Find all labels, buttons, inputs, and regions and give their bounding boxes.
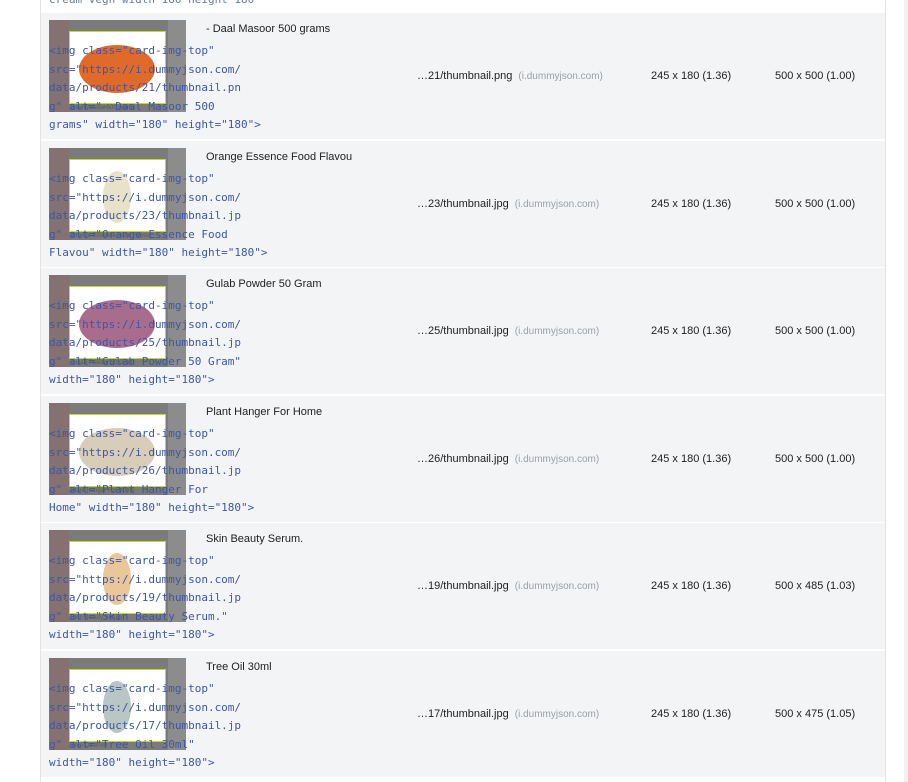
product-name: Orange Essence Food Flavou <box>206 151 353 163</box>
img-tag-code: <img class="card-img-top" src="https://i… <box>49 682 242 770</box>
image-domain: (i.dummyjson.com) <box>518 71 603 82</box>
rendered-size: 245 x 180 (1.36) <box>651 198 732 210</box>
image-url[interactable]: …21/thumbnail.png (i.dummyjson.com) <box>417 70 603 82</box>
intrinsic-size: 500 x 500 (1.00) <box>775 453 856 465</box>
rendered-size: 245 x 180 (1.36) <box>651 70 732 82</box>
intrinsic-size: 500 x 500 (1.00) <box>775 325 856 337</box>
image-url-path[interactable]: …17/thumbnail.jpg <box>417 708 509 720</box>
img-tag-code: <img class="card-img-top" src="https://i… <box>49 299 242 387</box>
intrinsic-size: 500 x 475 (1.05) <box>775 708 856 720</box>
intrinsic-size: 500 x 500 (1.00) <box>775 198 856 210</box>
image-url[interactable]: …26/thumbnail.jpg (i.dummyjson.com) <box>417 453 599 465</box>
image-row[interactable]: Plant Hanger For Home Plant Hanger For H… <box>41 396 885 522</box>
image-url-path[interactable]: …19/thumbnail.jpg <box>417 580 509 592</box>
img-tag-code: <img class="card-img-top" src="https://i… <box>49 427 255 515</box>
image-domain: (i.dummyjson.com) <box>514 454 600 465</box>
image-url[interactable]: …17/thumbnail.jpg (i.dummyjson.com) <box>417 708 599 720</box>
scrollbar[interactable] <box>904 0 908 782</box>
intrinsic-size: 500 x 500 (1.00) <box>775 70 856 82</box>
rendered-size: 245 x 180 (1.36) <box>651 708 732 720</box>
image-url-path[interactable]: …25/thumbnail.jpg <box>417 325 509 337</box>
image-url-path[interactable]: …23/thumbnail.jpg <box>417 198 509 210</box>
image-url-path[interactable]: …21/thumbnail.png <box>417 70 512 82</box>
image-domain: (i.dummyjson.com) <box>514 581 600 592</box>
product-name: Tree Oil 30ml <box>206 661 272 673</box>
image-row[interactable]: Skin Beauty Serum. Skin Beauty Serum. <i… <box>41 523 885 649</box>
image-row[interactable]: Orange Essence Food Flavou Orange Essenc… <box>41 141 885 267</box>
rendered-size: 245 x 180 (1.36) <box>651 580 732 592</box>
product-name: Plant Hanger For Home <box>206 406 323 418</box>
img-tag-code: <img class="card-img-top" src="https://i… <box>49 172 268 260</box>
rendered-size: 245 x 180 (1.36) <box>651 453 732 465</box>
product-name: Skin Beauty Serum. <box>206 533 304 545</box>
intrinsic-size: 500 x 485 (1.03) <box>775 580 856 592</box>
image-domain: (i.dummyjson.com) <box>514 709 600 720</box>
image-url[interactable]: …23/thumbnail.jpg (i.dummyjson.com) <box>417 198 599 210</box>
image-url[interactable]: …25/thumbnail.jpg (i.dummyjson.com) <box>417 325 599 337</box>
img-tag-code: <img class="card-img-top" src="https://i… <box>49 554 242 642</box>
img-tag-code: <img class="card-img-top" src="https://i… <box>49 44 261 132</box>
product-name: Gulab Powder 50 Gram <box>206 278 322 290</box>
rendered-size: 245 x 180 (1.36) <box>651 325 732 337</box>
image-url-path[interactable]: …26/thumbnail.jpg <box>417 453 509 465</box>
image-row[interactable]: Daal Masoor 500 grams - Daal Masoor 500 … <box>41 13 885 139</box>
image-list-panel: cream vegn width 180 height 180 Daal Mas… <box>40 0 886 782</box>
image-url[interactable]: …19/thumbnail.jpg (i.dummyjson.com) <box>417 580 599 592</box>
image-row[interactable]: Tree Oil 30ml Tree Oil 30ml <img class="… <box>41 651 885 777</box>
image-domain: (i.dummyjson.com) <box>514 199 600 210</box>
cut-off-code-line: cream vegn width 180 height 180 <box>41 0 893 12</box>
product-name: - Daal Masoor 500 grams <box>206 23 331 35</box>
image-row[interactable]: Gulab Powder 50 Gram Gulab Powder 50 Gra… <box>41 268 885 394</box>
image-domain: (i.dummyjson.com) <box>514 326 600 337</box>
